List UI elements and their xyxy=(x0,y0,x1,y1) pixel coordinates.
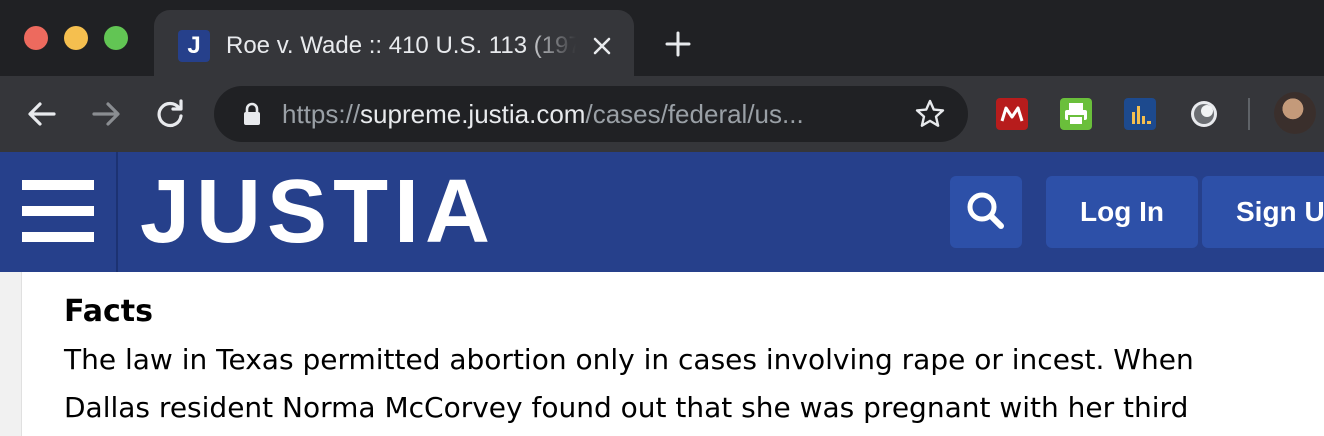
hamburger-menu-button[interactable] xyxy=(0,152,118,272)
left-rail xyxy=(0,272,22,436)
article-text-line: Dallas resident Norma McCorvey found out… xyxy=(64,391,1189,424)
site-header: JUSTIA Log In Sign Up xyxy=(0,152,1324,272)
facts-heading: Facts xyxy=(64,294,153,329)
url-path: /cases/federal/us... xyxy=(585,99,804,129)
lock-icon xyxy=(244,102,260,125)
url-text[interactable]: https://supreme.justia.com/cases/federal… xyxy=(282,98,892,130)
article-content: Facts The law in Texas permitted abortio… xyxy=(0,272,1324,436)
active-tab[interactable]: J Roe v. Wade :: 410 U.S. 113 (1973) xyxy=(154,10,634,76)
reload-icon[interactable] xyxy=(152,96,188,132)
maximize-window-button[interactable] xyxy=(104,26,128,50)
search-icon xyxy=(967,192,1004,229)
toolbar-divider xyxy=(1248,98,1250,130)
sign-up-button[interactable]: Sign Up xyxy=(1202,176,1324,248)
url-host: supreme.justia.com xyxy=(360,99,586,129)
justia-logo[interactable]: JUSTIA xyxy=(140,166,496,258)
tab-title: Roe v. Wade :: 410 U.S. 113 (1973) xyxy=(226,32,576,59)
new-tab-icon[interactable] xyxy=(662,28,694,60)
justia-favicon-icon: J xyxy=(178,30,210,62)
tab-strip: J Roe v. Wade :: 410 U.S. 113 (1973) xyxy=(0,0,1324,76)
menu-bar-icon xyxy=(22,232,94,242)
article-text-line: The law in Texas permitted abortion only… xyxy=(64,343,1194,376)
close-window-button[interactable] xyxy=(24,26,48,50)
browser-toolbar: https://supreme.justia.com/cases/federal… xyxy=(0,76,1324,152)
bookmark-star-icon[interactable] xyxy=(914,98,946,130)
forward-arrow-icon[interactable] xyxy=(88,96,124,132)
m-extension-icon[interactable] xyxy=(996,98,1028,130)
print-extension-icon[interactable] xyxy=(1060,98,1092,130)
minimize-window-button[interactable] xyxy=(64,26,88,50)
close-tab-icon[interactable] xyxy=(586,30,618,62)
search-button[interactable] xyxy=(950,176,1022,248)
menu-bar-icon xyxy=(22,180,94,190)
circle-extension-icon[interactable] xyxy=(1188,98,1220,130)
profile-avatar[interactable] xyxy=(1274,92,1316,134)
url-scheme: https:// xyxy=(282,99,361,129)
chart-extension-icon[interactable] xyxy=(1124,98,1156,130)
back-arrow-icon[interactable] xyxy=(24,96,60,132)
address-bar[interactable]: https://supreme.justia.com/cases/federal… xyxy=(214,86,968,142)
log-in-button[interactable]: Log In xyxy=(1046,176,1198,248)
menu-bar-icon xyxy=(22,206,94,216)
